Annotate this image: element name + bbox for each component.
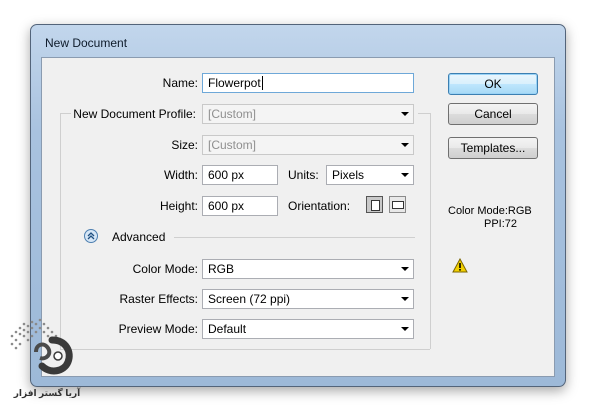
profile-label: New Document Profile:: [71, 107, 198, 121]
dropdown-arrow-icon: [401, 173, 409, 177]
profile-select-value: [Custom]: [208, 107, 257, 121]
dropdown-arrow-icon: [401, 297, 409, 301]
name-input[interactable]: Flowerpot: [202, 73, 414, 93]
templates-button[interactable]: Templates...: [448, 137, 538, 159]
watermark-text: آریا گستر افزار: [13, 388, 81, 398]
cancel-button[interactable]: Cancel: [448, 103, 538, 125]
size-label: Size:: [171, 138, 198, 152]
height-input[interactable]: 600 px: [202, 196, 278, 216]
preview-mode-select[interactable]: Default: [202, 319, 414, 339]
width-label: Width:: [163, 168, 198, 182]
raster-effects-select[interactable]: Screen (72 ppi): [202, 289, 414, 309]
dropdown-arrow-icon: [401, 267, 409, 271]
size-select-value: [Custom]: [208, 138, 257, 152]
profile-group-bottom: [60, 349, 430, 350]
dropdown-arrow-icon: [401, 143, 409, 147]
name-input-value: Flowerpot: [208, 76, 261, 90]
units-label: Units:: [288, 168, 319, 182]
warning-icon: [452, 258, 468, 273]
profile-select[interactable]: [Custom]: [202, 104, 414, 124]
raster-effects-select-value: Screen (72 ppi): [208, 292, 291, 306]
profile-group-right: [430, 113, 431, 349]
size-select[interactable]: [Custom]: [202, 135, 414, 155]
dialog-title: New Document: [45, 36, 128, 50]
height-label: Height:: [159, 199, 198, 213]
advanced-divider: [174, 237, 415, 238]
watermark-mark: [10, 318, 73, 375]
landscape-button[interactable]: [389, 196, 406, 213]
orientation-label: Orientation:: [288, 199, 351, 213]
raster-effects-label: Raster Effects:: [119, 292, 198, 306]
color-mode-label: Color Mode:: [132, 262, 198, 276]
portrait-button[interactable]: [366, 196, 383, 213]
width-input[interactable]: 600 px: [202, 165, 278, 185]
chevron-up-icon: [87, 232, 95, 240]
width-input-value: 600 px: [208, 168, 245, 182]
dropdown-arrow-icon: [401, 112, 409, 116]
landscape-icon: [392, 201, 404, 209]
advanced-label: Advanced: [112, 230, 166, 244]
watermark-logo: آریا گستر افزار: [6, 302, 86, 406]
name-label: Name:: [162, 76, 198, 90]
height-input-value: 600 px: [208, 199, 245, 213]
dropdown-arrow-icon: [401, 327, 409, 331]
profile-group-top-right: [418, 113, 430, 114]
portrait-icon: [371, 200, 380, 211]
ok-button[interactable]: OK: [448, 73, 538, 95]
advanced-toggle[interactable]: [84, 229, 98, 243]
units-select-value: Pixels: [332, 168, 365, 182]
color-mode-info: Color Mode:RGB: [448, 205, 532, 217]
color-mode-select-value: RGB: [208, 262, 235, 276]
preview-mode-label: Preview Mode:: [118, 322, 198, 336]
units-select[interactable]: Pixels: [326, 165, 414, 185]
ppi-info: PPI:72: [484, 218, 518, 230]
preview-mode-select-value: Default: [208, 322, 247, 336]
color-mode-select[interactable]: RGB: [202, 259, 414, 279]
